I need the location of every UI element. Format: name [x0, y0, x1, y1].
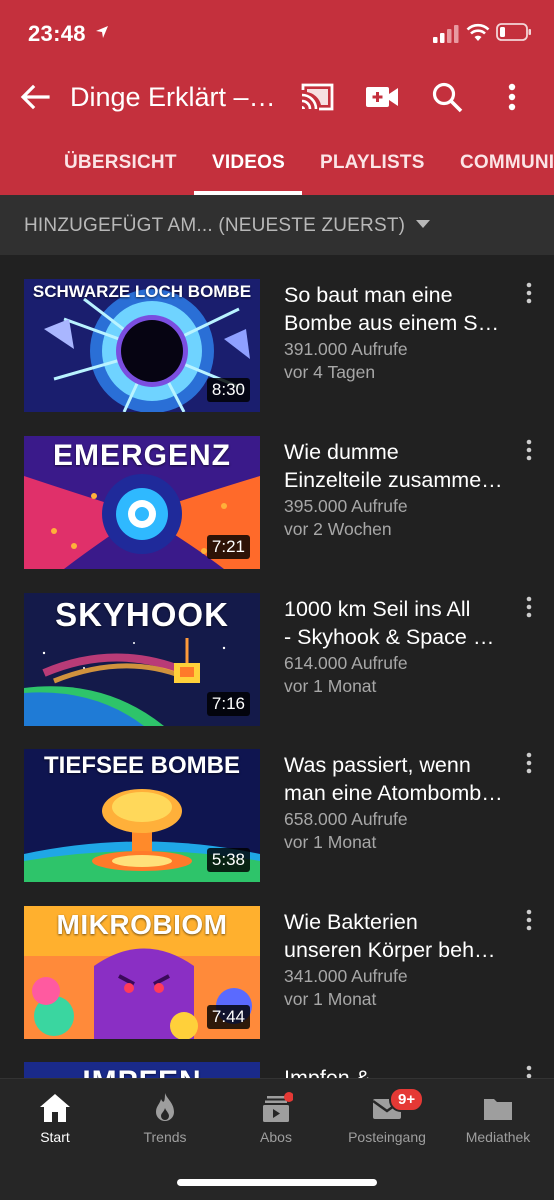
- nav-label: Posteingang: [348, 1129, 426, 1145]
- channel-tabs: ÜBERSICHT VIDEOS PLAYLISTS COMMUNITY: [0, 130, 554, 195]
- video-title[interactable]: So baut man eine Bombe aus einem Schwarz…: [284, 281, 506, 337]
- video-title-line: So baut man eine: [284, 283, 453, 307]
- video-duration: 7:44: [206, 1005, 250, 1029]
- video-more-icon[interactable]: [522, 595, 536, 619]
- video-title[interactable]: Wie Bakterien unseren Körper beherrschen: [284, 908, 506, 964]
- video-duration: 7:16: [206, 692, 250, 716]
- video-thumbnail[interactable]: SCHWARZE LOCH BOMBE 8:30: [24, 279, 260, 412]
- video-thumbnail[interactable]: SKYHOOK 7:16: [24, 593, 260, 726]
- library-icon: [484, 1099, 512, 1120]
- tab-videos[interactable]: VIDEOS: [212, 152, 285, 174]
- video-item[interactable]: MIKROBIOM 7:44 Wie Bakterien unseren Kör…: [0, 906, 554, 1062]
- video-date: vor 4 Tagen: [284, 362, 376, 382]
- dropdown-caret-icon: [416, 220, 430, 228]
- video-title[interactable]: 1000 km Seil ins All - Skyhook & Space E…: [284, 595, 506, 651]
- status-time: 23:48: [28, 21, 86, 46]
- video-title-line: Wie Bakterien: [284, 910, 418, 934]
- video-views: 391.000 Aufrufe: [284, 339, 408, 359]
- app-bar: Dinge Erklärt – Kurzgesagt: [0, 66, 554, 130]
- subscriptions-icon: [263, 1092, 293, 1122]
- nav-subscriptions[interactable]: Abos: [221, 1091, 331, 1151]
- video-title-line: Wie dumme: [284, 440, 399, 464]
- video-more-icon[interactable]: [522, 438, 536, 462]
- video-thumbnail[interactable]: MIKROBIOM 7:44: [24, 906, 260, 1039]
- video-more-icon[interactable]: [522, 751, 536, 775]
- wifi-icon: [466, 23, 490, 41]
- thumbnail-title: SCHWARZE LOCH BOMBE: [32, 282, 252, 301]
- video-views: 395.000 Aufrufe: [284, 496, 408, 516]
- battery-icon: [496, 23, 531, 41]
- channel-header: 23:48 Dinge Erklärt – Kurzgesagt: [0, 0, 554, 195]
- thumbnail-title: EMERGENZ: [52, 439, 231, 472]
- video-date: vor 1 Monat: [284, 832, 377, 852]
- video-views: 614.000 Aufrufe: [284, 653, 408, 673]
- video-date: vor 1 Monat: [284, 989, 377, 1009]
- video-thumbnail[interactable]: EMERGENZ 7:21: [24, 436, 260, 569]
- flame-icon: [156, 1093, 174, 1121]
- thumbnail-title: TIEFSEE BOMBE: [43, 752, 241, 779]
- status-bar: 23:48: [0, 0, 554, 66]
- video-date: vor 1 Monat: [284, 676, 377, 696]
- video-more-icon[interactable]: [522, 908, 536, 932]
- video-thumbnail[interactable]: TIEFSEE BOMBE 5:38: [24, 749, 260, 882]
- cast-icon[interactable]: [299, 82, 335, 112]
- home-icon: [40, 1094, 70, 1122]
- channel-title: Dinge Erklärt – Kurzgesagt: [70, 82, 282, 112]
- video-title[interactable]: Was passiert, wenn man eine Atombombe in…: [284, 751, 506, 807]
- tab-community[interactable]: COMMUNITY: [460, 152, 554, 174]
- video-duration: 7:21: [206, 535, 250, 559]
- video-item[interactable]: EMERGENZ 7:21 Wie dumme Einzelteile zusa…: [0, 436, 554, 592]
- nav-inbox[interactable]: Posteingang: [332, 1091, 442, 1151]
- thumbnail-title: SKYHOOK: [55, 596, 229, 633]
- thumbnail-title: MIKROBIOM: [56, 909, 228, 940]
- sort-label: HINZUGEFÜGT AM... (NEUESTE ZUERST): [24, 215, 406, 236]
- nav-label: Abos: [260, 1129, 292, 1145]
- video-item[interactable]: SCHWARZE LOCH BOMBE 8:30 So baut man ein…: [0, 279, 554, 435]
- video-title-line: unseren Körper beherrschen: [284, 938, 506, 962]
- video-views: 658.000 Aufrufe: [284, 809, 408, 829]
- video-more-icon[interactable]: [522, 281, 536, 305]
- video-item[interactable]: TIEFSEE BOMBE 5:38 Was passiert, wenn ma…: [0, 749, 554, 905]
- nav-library[interactable]: Mediathek: [443, 1091, 553, 1151]
- nav-label: Start: [40, 1129, 70, 1145]
- create-video-icon[interactable]: [364, 82, 400, 112]
- video-title-line: - Skyhook & Space Elevator: [284, 625, 506, 649]
- sort-dropdown[interactable]: HINZUGEFÜGT AM... (NEUESTE ZUERST): [0, 195, 554, 255]
- video-title[interactable]: Wie dumme Einzelteile zusammen etwas Gro…: [284, 438, 506, 494]
- tab-overview[interactable]: ÜBERSICHT: [64, 152, 177, 174]
- nav-label: Trends: [143, 1129, 187, 1145]
- video-title-line: Bombe aus einem Schwarzen Loch: [284, 311, 506, 335]
- video-title-line: 1000 km Seil ins All: [284, 597, 471, 621]
- nav-home[interactable]: Start: [0, 1091, 110, 1151]
- more-vert-icon[interactable]: [498, 80, 526, 114]
- home-indicator[interactable]: [177, 1179, 377, 1186]
- location-arrow-icon: [96, 26, 108, 38]
- video-title-line: man eine Atombombe in der Tiefsee zündet: [284, 781, 506, 805]
- nav-trends[interactable]: Trends: [110, 1091, 220, 1151]
- tab-playlists[interactable]: PLAYLISTS: [320, 152, 425, 174]
- nav-label: Mediathek: [465, 1129, 531, 1145]
- video-title-line: Einzelteile zusammen etwas Großes schaff…: [284, 468, 506, 492]
- video-duration: 8:30: [206, 378, 250, 402]
- inbox-badge: 9+: [389, 1087, 425, 1112]
- cellular-signal-icon: [433, 25, 459, 43]
- video-item[interactable]: SKYHOOK 7:16 1000 km Seil ins All - Skyh…: [0, 593, 554, 749]
- video-duration: 5:38: [206, 848, 250, 872]
- video-title-line: Was passiert, wenn: [284, 753, 471, 777]
- video-views: 341.000 Aufrufe: [284, 966, 408, 986]
- back-arrow-icon[interactable]: [18, 80, 52, 114]
- search-icon[interactable]: [430, 80, 464, 114]
- video-date: vor 2 Wochen: [284, 519, 392, 539]
